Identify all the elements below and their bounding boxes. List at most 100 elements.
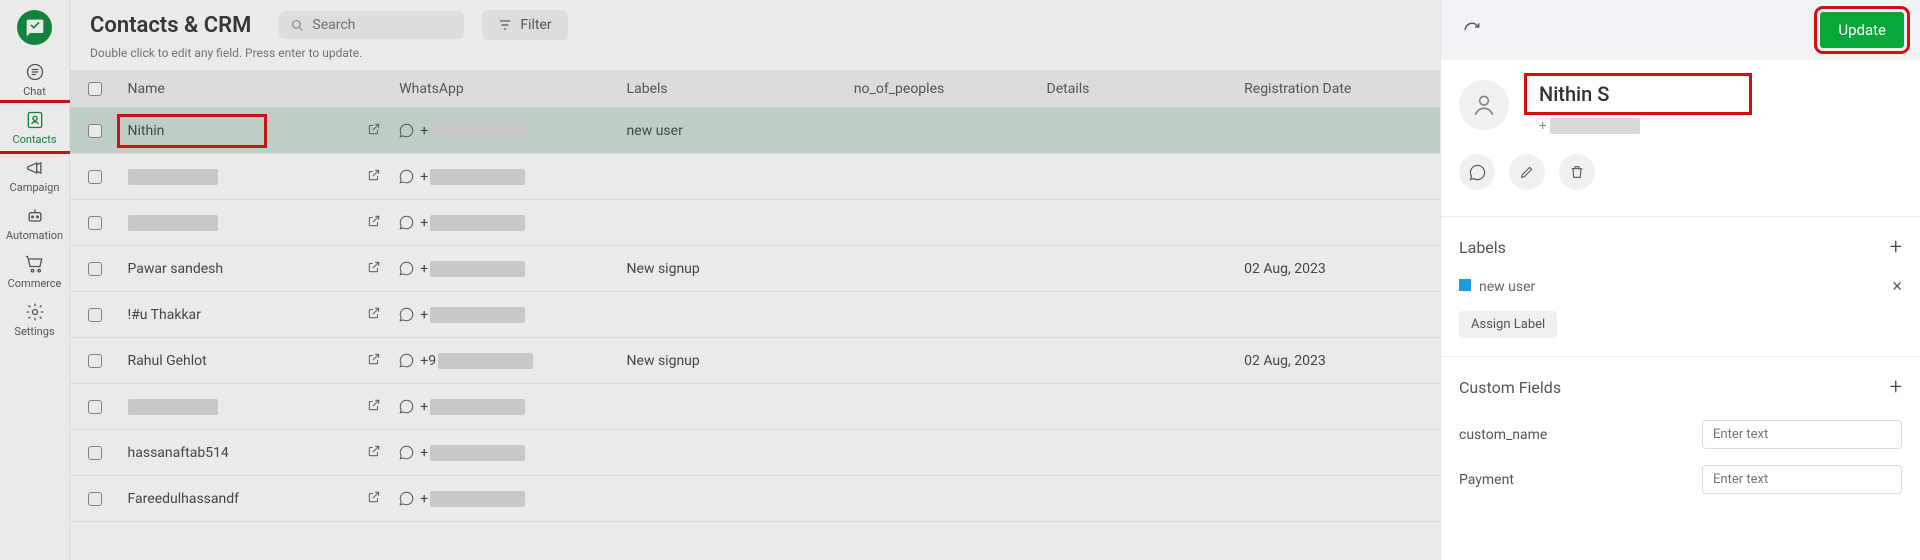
open-contact-icon[interactable] [367, 168, 381, 186]
contact-name[interactable]: Fareedulhassandf [128, 491, 240, 507]
assign-label-button[interactable]: Assign Label [1459, 311, 1557, 338]
open-contact-icon[interactable] [367, 214, 381, 232]
search-input[interactable] [312, 17, 452, 33]
open-contact-icon[interactable] [367, 490, 381, 508]
custom-field-row: custom_name [1459, 412, 1902, 457]
delete-action[interactable] [1559, 154, 1595, 190]
separator [1441, 356, 1920, 357]
contact-name[interactable]: hassanaftab514 [128, 445, 229, 461]
remove-label-button[interactable]: × [1892, 276, 1902, 297]
add-label-button[interactable]: + [1890, 235, 1902, 260]
nav-settings[interactable]: Settings [0, 295, 70, 343]
redacted-phone [1550, 118, 1640, 134]
label-chip: new user × [1459, 272, 1902, 301]
redacted-phone [430, 307, 525, 323]
refresh-button[interactable] [1457, 15, 1487, 45]
table-row[interactable]: + [70, 154, 1440, 200]
nav-automation[interactable]: Automation [0, 199, 70, 247]
row-checkbox[interactable] [88, 492, 102, 506]
row-label: New signup [627, 353, 700, 369]
row-checkbox[interactable] [88, 216, 102, 230]
open-contact-icon[interactable] [367, 352, 381, 370]
open-contact-icon[interactable] [367, 444, 381, 462]
nav-settings-label: Settings [14, 325, 54, 338]
col-registration[interactable]: Registration Date [1244, 81, 1422, 97]
open-contact-icon[interactable] [367, 260, 381, 278]
table-row[interactable]: hassanaftab514+ [70, 430, 1440, 476]
search-box[interactable] [279, 11, 464, 39]
row-checkbox[interactable] [88, 400, 102, 414]
panel-header: Update [1441, 0, 1920, 60]
contacts-table: Name WhatsApp Labels no_of_peoples Detai… [70, 70, 1440, 522]
row-checkbox[interactable] [88, 170, 102, 184]
contact-name[interactable]: Rahul Gehlot [128, 353, 207, 369]
page-title: Contacts & CRM [90, 13, 251, 38]
contact-name[interactable]: Nithin [120, 117, 265, 145]
update-button[interactable]: Update [1820, 12, 1904, 48]
col-details[interactable]: Details [1047, 81, 1245, 97]
avatar[interactable] [1459, 80, 1509, 130]
cf-input-payment[interactable] [1702, 465, 1902, 494]
whatsapp-icon [399, 169, 414, 184]
phone-prefix: + [420, 491, 428, 507]
open-contact-icon[interactable] [367, 122, 381, 140]
whatsapp-icon [399, 215, 414, 230]
open-contact-icon[interactable] [367, 306, 381, 324]
add-custom-field-button[interactable]: + [1890, 375, 1902, 400]
filter-button[interactable]: Filter [482, 10, 567, 40]
profile-name[interactable]: Nithin S [1539, 82, 1609, 106]
nav-contacts[interactable]: Contacts [0, 103, 70, 151]
phone-prefix: + [1539, 119, 1546, 134]
label-name: new user [1479, 279, 1535, 295]
whatsapp-icon [399, 491, 414, 506]
open-contact-icon[interactable] [367, 398, 381, 416]
table-row[interactable]: + [70, 200, 1440, 246]
filter-icon [498, 18, 512, 32]
table-row[interactable]: + [70, 384, 1440, 430]
whatsapp-action[interactable] [1459, 154, 1495, 190]
col-people[interactable]: no_of_peoples [854, 81, 1047, 97]
table-row[interactable]: Nithin+new user [70, 108, 1440, 154]
contact-name[interactable]: Pawar sandesh [128, 261, 224, 277]
nav-contacts-label: Contacts [12, 133, 56, 146]
row-reg-date: 02 Aug, 2023 [1244, 353, 1326, 369]
profile-phone: + [1527, 118, 1749, 134]
whatsapp-icon [399, 123, 414, 138]
contact-name[interactable]: !#u Thakkar [128, 307, 201, 323]
redacted-phone [430, 491, 525, 507]
whatsapp-icon [399, 261, 414, 276]
gear-icon [24, 301, 46, 323]
filter-label: Filter [520, 17, 551, 33]
redacted-phone [430, 261, 525, 277]
cf-input-custom-name[interactable] [1702, 420, 1902, 449]
edit-action[interactable] [1509, 154, 1545, 190]
table-row[interactable]: Fareedulhassandf + [70, 476, 1440, 522]
row-checkbox[interactable] [88, 354, 102, 368]
cf-label: custom_name [1459, 427, 1547, 443]
redacted-phone [430, 123, 525, 139]
profile-section: Nithin S + [1441, 60, 1920, 150]
table-row[interactable]: Rahul Gehlot+9New signup02 Aug, 2023 [70, 338, 1440, 384]
table-row[interactable]: !#u Thakkar + [70, 292, 1440, 338]
col-whatsapp[interactable]: WhatsApp [399, 81, 626, 97]
cf-label: Payment [1459, 472, 1514, 488]
logo[interactable] [0, 0, 70, 55]
row-checkbox[interactable] [88, 124, 102, 138]
nav-campaign[interactable]: Campaign [0, 151, 70, 199]
phone-prefix: + [420, 307, 428, 323]
main: Contacts & CRM Filter Double click to ed… [70, 0, 1440, 560]
select-all-checkbox[interactable] [88, 82, 102, 96]
nav-chat[interactable]: Chat [0, 55, 70, 103]
whatsapp-icon [399, 353, 414, 368]
megaphone-icon [24, 157, 46, 179]
table-row[interactable]: Pawar sandesh+New signup02 Aug, 2023 [70, 246, 1440, 292]
col-name[interactable]: Name [128, 81, 400, 97]
col-labels[interactable]: Labels [627, 81, 854, 97]
sidebar: Chat Contacts Campaign Automation Commer… [0, 0, 70, 560]
row-checkbox[interactable] [88, 446, 102, 460]
nav-commerce[interactable]: Commerce [0, 247, 70, 295]
row-checkbox[interactable] [88, 308, 102, 322]
custom-fields-section: Custom Fields + custom_name Payment [1441, 365, 1920, 512]
whatsapp-icon [399, 307, 414, 322]
row-checkbox[interactable] [88, 262, 102, 276]
